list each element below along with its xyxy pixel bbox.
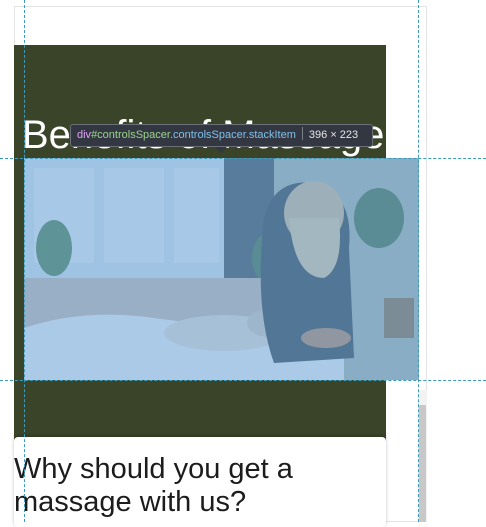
tooltip-separator bbox=[301, 127, 303, 140]
tooltip-classes: .controlsSpacer.stackItem bbox=[169, 129, 296, 141]
content-card: Why should you get a massage with us? bbox=[14, 437, 386, 527]
tooltip-id: #controlsSpacer bbox=[91, 129, 170, 141]
element-highlight-overlay bbox=[24, 158, 419, 380]
card-title: Why should you get a massage with us? bbox=[14, 453, 293, 518]
devtools-inspect-tooltip: div#controlsSpacer.controlsSpacer.stackI… bbox=[70, 124, 373, 147]
tooltip-arrow bbox=[215, 147, 227, 153]
guide-line-bottom bbox=[0, 380, 486, 381]
tooltip-size: 396 × 223 bbox=[308, 129, 359, 141]
tooltip-tag: div bbox=[77, 129, 92, 141]
guide-line-left bbox=[24, 0, 25, 522]
guide-line-top bbox=[0, 158, 486, 159]
guide-line-right bbox=[418, 0, 419, 522]
scrollbar-thumb[interactable] bbox=[419, 405, 426, 522]
